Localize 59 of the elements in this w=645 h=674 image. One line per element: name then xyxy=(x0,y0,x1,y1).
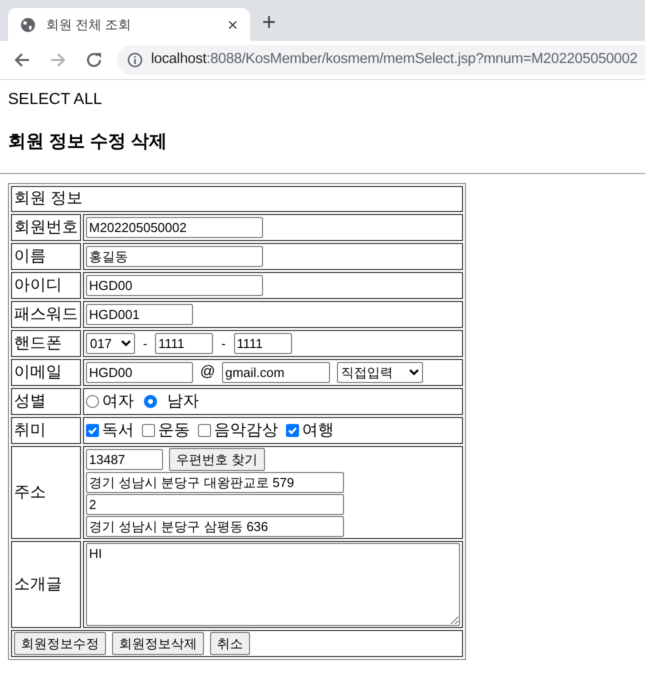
table-cell: 패스워드 xyxy=(11,301,81,328)
radio-button[interactable] xyxy=(144,395,157,408)
table-cell: 핸드폰 xyxy=(11,330,81,357)
new-tab-button[interactable]: + xyxy=(262,11,276,35)
browser-tab[interactable]: 회원 전체 조회 × xyxy=(8,8,250,41)
back-icon[interactable] xyxy=(13,51,31,69)
input-field[interactable]: 13487 xyxy=(86,449,163,470)
table-cell: 회원번호 xyxy=(11,214,81,241)
form-button[interactable]: 회원정보수정 xyxy=(14,632,106,655)
text-area[interactable]: HI xyxy=(86,543,460,626)
table-cell: 아이디 xyxy=(11,272,81,299)
separator-text: - xyxy=(143,334,148,353)
form-button[interactable]: 취소 xyxy=(210,632,250,655)
table-cell: 주소 xyxy=(11,446,81,539)
option-label: 여자 xyxy=(102,392,134,412)
option-label: 남자 xyxy=(167,392,199,412)
input-field[interactable]: HGD00 xyxy=(86,362,193,383)
option-label: 독서 xyxy=(102,420,134,440)
radio-button[interactable] xyxy=(86,395,99,408)
table-cell: 소개글 xyxy=(11,541,81,628)
table-cell: 이메일 xyxy=(11,359,81,386)
input-field[interactable]: M202205050002 xyxy=(86,217,263,238)
page-heading: 회원 정보 수정 삭제 xyxy=(8,130,168,153)
url-text: localhost:8088/KosMember/kosmem/memSelect.jsp?mnum=M202205050002 xyxy=(151,50,638,70)
page-link-text: SELECT ALL xyxy=(8,90,103,110)
zip-search-button[interactable]: 우편번호 찾기 xyxy=(169,448,265,471)
option-label: 음악감상 xyxy=(214,420,278,440)
input-field[interactable]: HGD00 xyxy=(86,275,263,296)
info-icon[interactable] xyxy=(127,52,143,68)
reload-icon[interactable] xyxy=(85,51,103,69)
table-cell: 이름 xyxy=(11,243,81,270)
input-field[interactable]: 1111 xyxy=(234,333,292,354)
option-label: 여행 xyxy=(302,420,334,440)
checkbox[interactable] xyxy=(198,424,211,437)
separator-text: - xyxy=(221,334,226,353)
checkbox[interactable] xyxy=(142,424,155,437)
tab-title: 회원 전체 조회 xyxy=(46,16,132,34)
checkbox[interactable] xyxy=(86,424,99,437)
input-field[interactable]: HGD001 xyxy=(86,304,193,325)
input-field[interactable]: gmail.com xyxy=(222,362,330,383)
form-button[interactable]: 회원정보삭제 xyxy=(112,632,204,655)
globe-icon xyxy=(20,16,36,32)
table-cell: 취미 xyxy=(11,417,81,444)
checkbox[interactable] xyxy=(286,424,299,437)
input-field[interactable]: 홍길동 xyxy=(86,246,263,267)
input-field[interactable]: 2 xyxy=(86,494,344,515)
dropdown[interactable]: 017 xyxy=(86,333,135,354)
input-field[interactable]: 1111 xyxy=(155,333,214,354)
table-cell: 성별 xyxy=(11,388,81,415)
address-bar[interactable]: localhost:8088/KosMember/kosmem/memSelect.jsp?mnum=M202205050002 xyxy=(117,45,645,75)
caret-icon xyxy=(409,369,420,376)
caret-icon xyxy=(121,340,131,347)
input-field[interactable]: 경기 성남시 분당구 삼평동 636 xyxy=(86,516,344,537)
dropdown[interactable]: 직접입력 xyxy=(337,362,424,383)
input-field[interactable]: 경기 성남시 분당구 대왕판교로 579 xyxy=(86,472,344,493)
table-cell: 회원 정보 xyxy=(11,186,463,212)
close-icon[interactable]: × xyxy=(227,16,238,34)
option-label: 운동 xyxy=(158,420,190,440)
at-sign-text: @ xyxy=(200,362,216,382)
